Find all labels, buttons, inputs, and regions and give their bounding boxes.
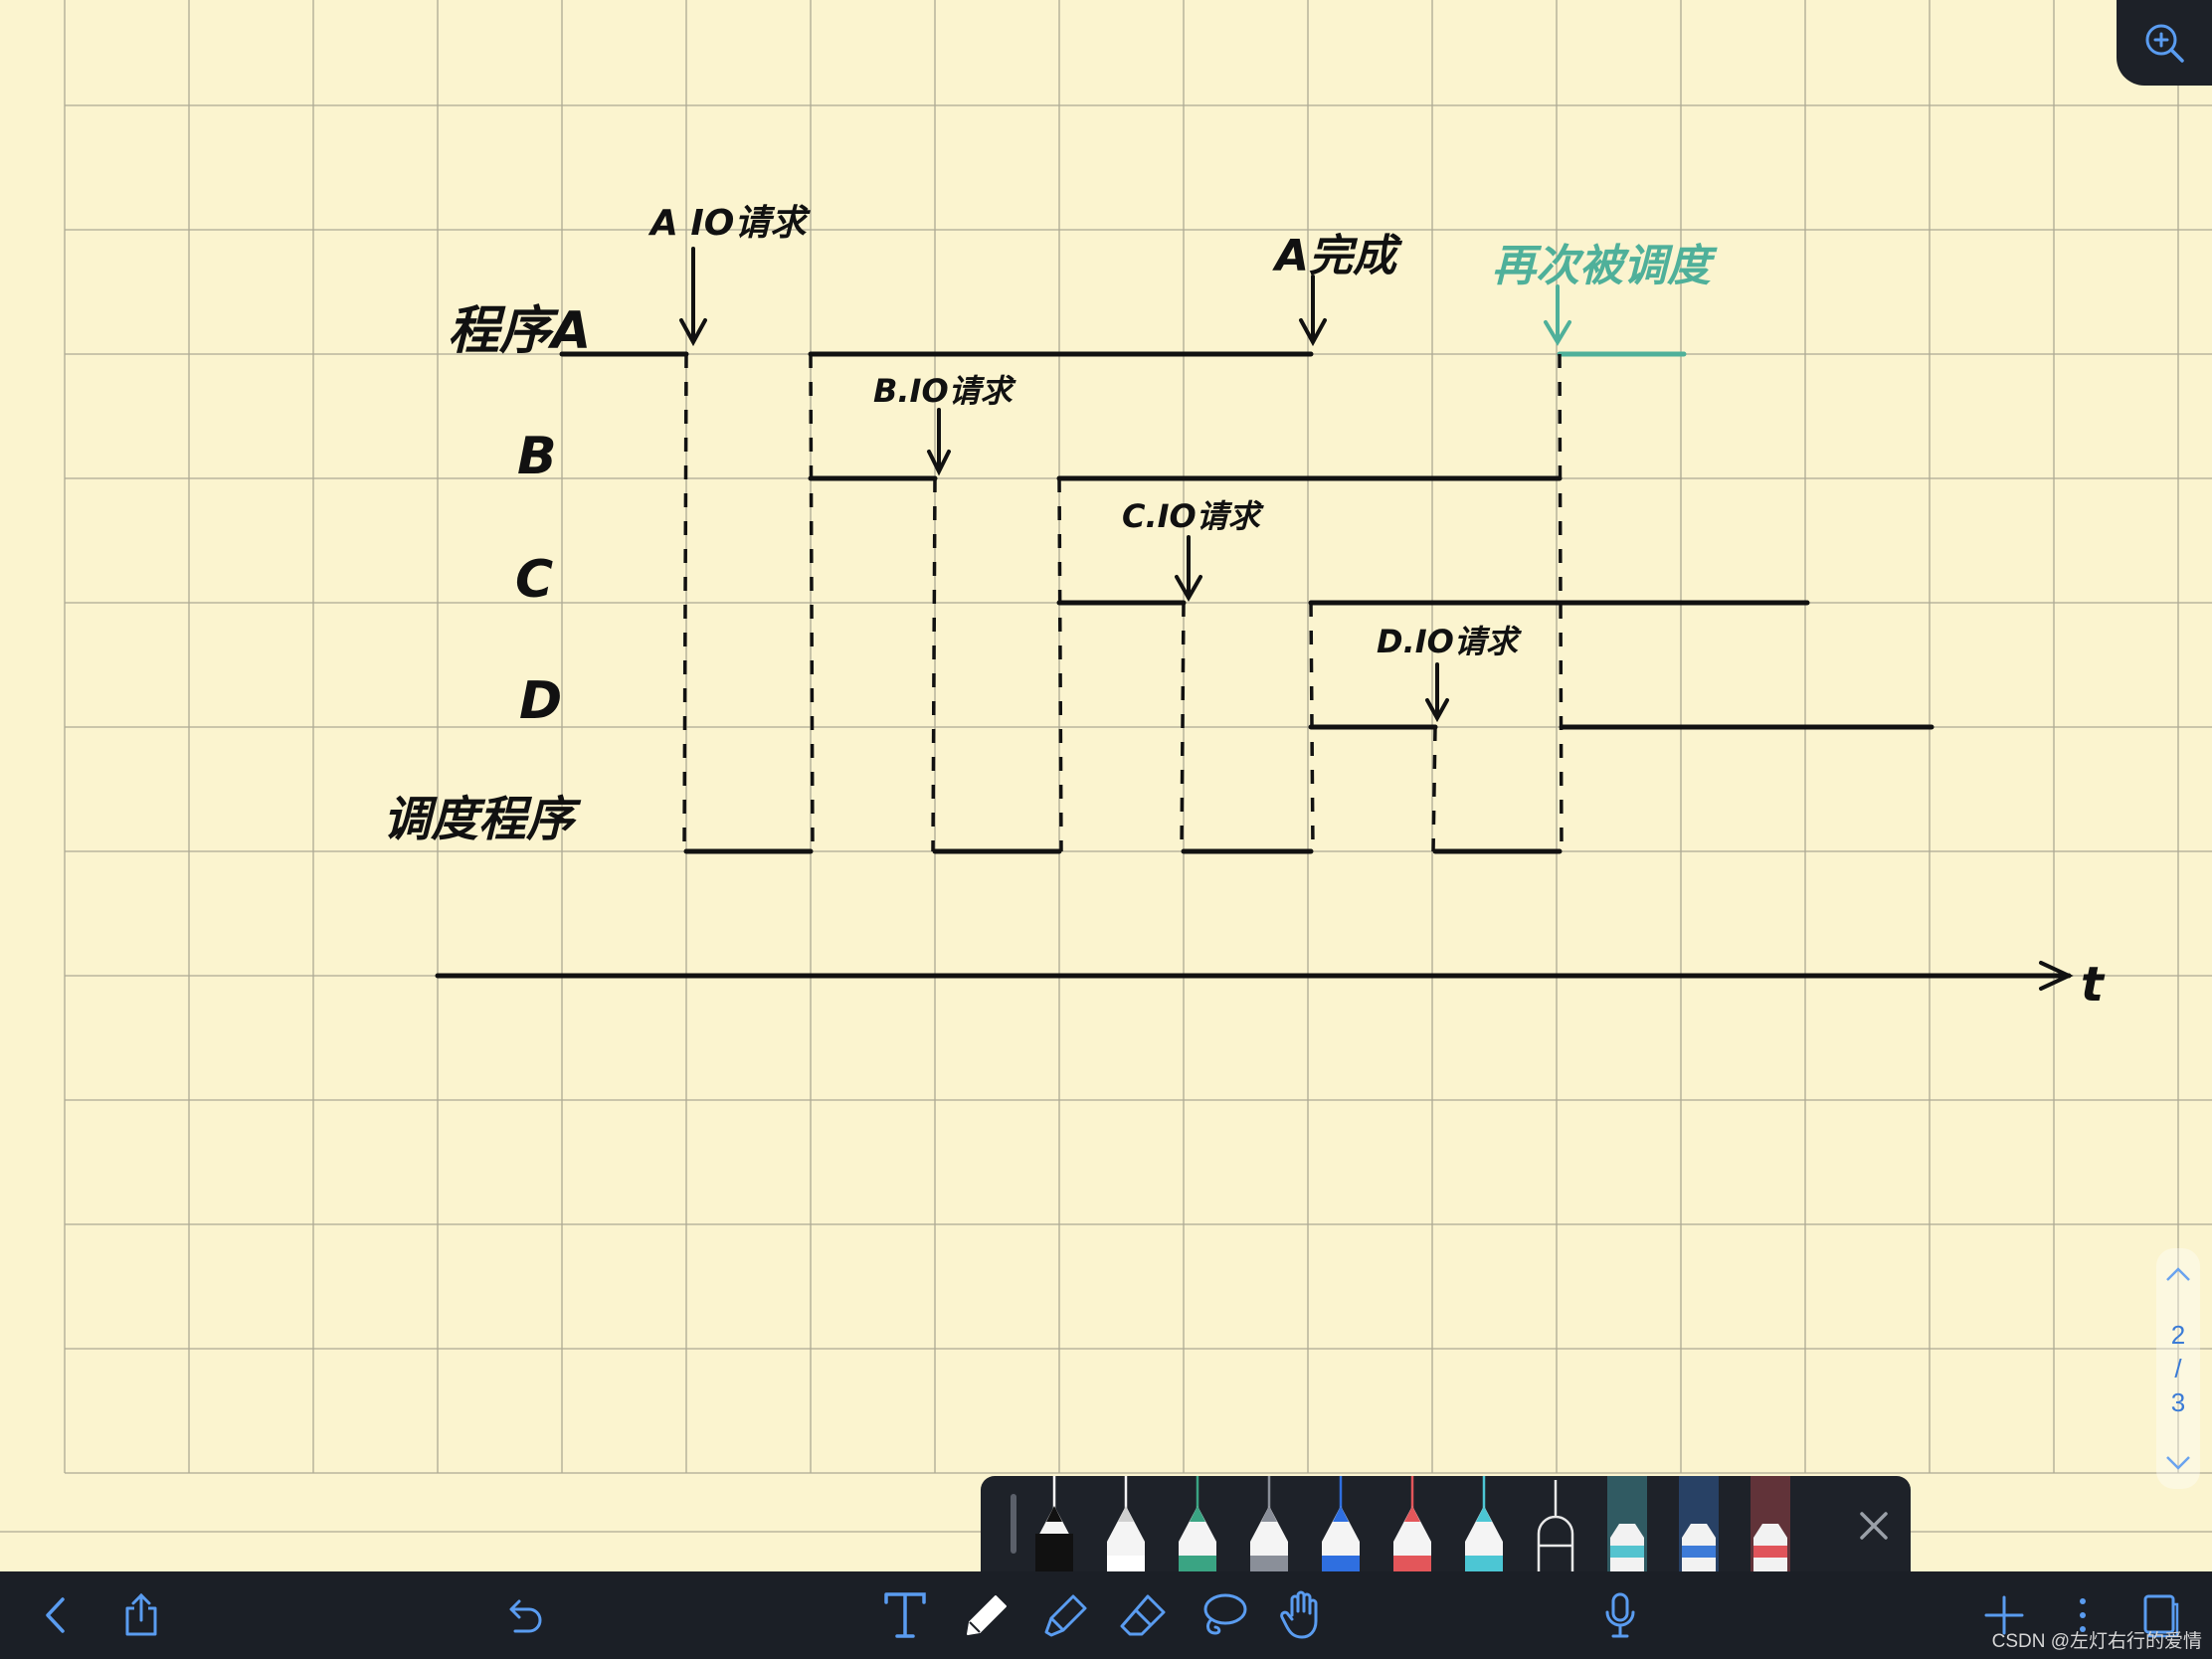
close-icon[interactable] [1860,1512,1888,1540]
eraser-tool-icon [1120,1594,1166,1636]
annotation-a-complete: A完成 [1272,231,1403,281]
chevron-up-icon[interactable] [2163,1264,2193,1284]
undo-icon [509,1599,542,1633]
chevron-down-icon[interactable] [2163,1453,2193,1473]
hand-tool-icon [1280,1590,1318,1639]
annotation-rescheduled: 再次被调度 [1492,241,1718,291]
share-icon [125,1592,157,1636]
page-separator: / [2174,1354,2182,1383]
teal-highlighter[interactable] [1607,1476,1647,1571]
annotation-c-io-request: C.IO请求 [1122,497,1265,535]
lasso-tool-button[interactable] [1196,1571,1251,1659]
execution-lines [559,351,1935,854]
annotation-d-io-request: D.IO请求 [1377,623,1523,660]
red-highlighter[interactable] [1751,1476,1790,1571]
tray-handle[interactable] [1011,1494,1016,1554]
white-pen[interactable] [1107,1476,1145,1571]
handwritten-diagram: 程序A B C D 调度程序 t A IO请求 A完成 再次被调度 B.IO请求… [383,203,2106,1013]
watermark: CSDN @左灯右行的爱情 [1991,1631,2202,1652]
annotation-a-io-request: A IO请求 [647,203,811,244]
chevron-left-icon [46,1597,65,1633]
lasso-tool-icon [1203,1593,1247,1635]
page-indicator: 2 / 3 [2156,1248,2200,1489]
label-program-c: C [515,550,553,610]
cyan-pen[interactable] [1465,1476,1503,1571]
text-tool-icon [884,1592,926,1638]
rescheduled-arrow [1544,284,1571,346]
hand-tool-button[interactable] [1275,1571,1331,1659]
back-button[interactable] [30,1571,80,1659]
black-pen[interactable] [1035,1476,1073,1571]
label-scheduler: 调度程序 [383,792,582,847]
undo-button[interactable] [497,1571,551,1659]
highlighter-tool-icon [1044,1594,1087,1637]
annotation-b-io-request: B.IO请求 [873,372,1017,410]
bottom-toolbar: CSDN @左灯右行的爱情 [0,1571,2212,1659]
page-total: 3 [2170,1387,2186,1417]
label-program-b: B [517,427,557,486]
pen-tool-button[interactable] [959,1571,1014,1659]
microphone-button[interactable] [1595,1571,1645,1659]
annotation-arrows [679,247,1449,723]
text-tool-button[interactable] [877,1571,933,1659]
gray-pen[interactable] [1250,1476,1288,1571]
share-button[interactable] [114,1571,168,1659]
label-program-d: D [519,671,562,731]
time-axis-label: t [2081,957,2106,1013]
eraser-tool-button[interactable] [1116,1571,1172,1659]
pen-tool-icon [967,1595,1007,1635]
red-pen[interactable] [1393,1476,1431,1571]
microphone-icon [1605,1592,1635,1638]
page-current: 2 [2170,1320,2186,1350]
pen-tray [981,1476,1911,1571]
zoom-in-icon [2145,24,2184,63]
zoom-button[interactable] [2117,0,2212,86]
blue-pen[interactable] [1322,1476,1360,1571]
navy-highlighter[interactable] [1679,1476,1719,1571]
outline-pen[interactable] [1537,1480,1574,1571]
highlighter-tool-button[interactable] [1038,1571,1094,1659]
green-pen[interactable] [1179,1476,1216,1571]
